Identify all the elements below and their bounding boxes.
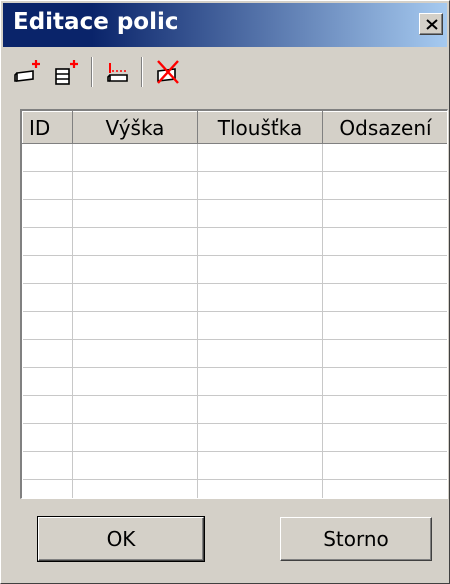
table-cell[interactable] bbox=[72, 423, 198, 452]
close-button[interactable] bbox=[419, 13, 443, 35]
table-cell[interactable] bbox=[22, 143, 73, 172]
close-icon bbox=[426, 19, 438, 30]
table-cell[interactable] bbox=[72, 395, 198, 424]
table-cell[interactable] bbox=[197, 311, 323, 340]
table-row[interactable] bbox=[22, 311, 447, 340]
table-cell[interactable] bbox=[197, 479, 323, 498]
cancel-button[interactable]: Storno bbox=[280, 517, 432, 561]
table-cell[interactable] bbox=[322, 255, 447, 284]
table-cell[interactable] bbox=[322, 283, 447, 312]
table-cell[interactable] bbox=[322, 451, 447, 480]
add-shelf-icon bbox=[14, 60, 40, 82]
table-cell[interactable] bbox=[72, 143, 198, 172]
table-cell[interactable] bbox=[22, 367, 73, 396]
table-cell[interactable] bbox=[72, 283, 198, 312]
table-cell[interactable] bbox=[197, 395, 323, 424]
table-cell[interactable] bbox=[197, 423, 323, 452]
table-header-row: ID Výška Tloušťka Odsazení bbox=[22, 111, 447, 144]
column-header-id[interactable]: ID bbox=[22, 111, 73, 144]
table-cell[interactable] bbox=[322, 311, 447, 340]
table-body bbox=[22, 143, 447, 498]
table-cell[interactable] bbox=[322, 171, 447, 200]
table-row[interactable] bbox=[22, 451, 447, 480]
add-stacked-shelves-button[interactable] bbox=[49, 55, 83, 89]
table-row[interactable] bbox=[22, 171, 447, 200]
table-cell[interactable] bbox=[22, 255, 73, 284]
toolbar-separator bbox=[91, 57, 93, 87]
table-row[interactable] bbox=[22, 143, 447, 172]
toolbar-separator bbox=[141, 57, 143, 87]
table-cell[interactable] bbox=[197, 171, 323, 200]
table-cell[interactable] bbox=[322, 479, 447, 498]
column-header-height[interactable]: Výška bbox=[72, 111, 198, 144]
toolbar bbox=[5, 51, 445, 95]
table-cell[interactable] bbox=[72, 451, 198, 480]
table-cell[interactable] bbox=[197, 367, 323, 396]
table-cell[interactable] bbox=[322, 339, 447, 368]
column-header-thickness[interactable]: Tloušťka bbox=[197, 111, 323, 144]
offset-shelf-icon bbox=[107, 63, 128, 82]
table-cell[interactable] bbox=[22, 339, 73, 368]
column-header-offset[interactable]: Odsazení bbox=[322, 111, 447, 144]
table-cell[interactable] bbox=[322, 227, 447, 256]
table-row[interactable] bbox=[22, 255, 447, 284]
delete-shelf-icon bbox=[157, 60, 179, 84]
table-cell[interactable] bbox=[22, 311, 73, 340]
table-row[interactable] bbox=[22, 227, 447, 256]
table-cell[interactable] bbox=[22, 227, 73, 256]
table-cell[interactable] bbox=[322, 423, 447, 452]
table-row[interactable] bbox=[22, 479, 447, 498]
table-row[interactable] bbox=[22, 395, 447, 424]
table-cell[interactable] bbox=[72, 479, 198, 498]
table-cell[interactable] bbox=[22, 283, 73, 312]
table-cell[interactable] bbox=[322, 395, 447, 424]
table-row[interactable] bbox=[22, 339, 447, 368]
table-cell[interactable] bbox=[322, 199, 447, 228]
table-cell[interactable] bbox=[22, 451, 73, 480]
table-cell[interactable] bbox=[22, 479, 73, 498]
table-cell[interactable] bbox=[322, 367, 447, 396]
table-row[interactable] bbox=[22, 199, 447, 228]
table-cell[interactable] bbox=[72, 171, 198, 200]
table-cell[interactable] bbox=[197, 255, 323, 284]
table-row[interactable] bbox=[22, 367, 447, 396]
table-cell[interactable] bbox=[72, 339, 198, 368]
table-cell[interactable] bbox=[197, 283, 323, 312]
table-cell[interactable] bbox=[322, 143, 447, 172]
title-bar[interactable]: Editace polic bbox=[3, 3, 447, 47]
table-cell[interactable] bbox=[197, 451, 323, 480]
table-cell[interactable] bbox=[197, 339, 323, 368]
add-stacked-shelves-icon bbox=[55, 60, 78, 85]
table-cell[interactable] bbox=[72, 311, 198, 340]
table-cell[interactable] bbox=[72, 255, 198, 284]
delete-shelf-button[interactable] bbox=[151, 55, 185, 89]
table-cell[interactable] bbox=[22, 171, 73, 200]
table-cell[interactable] bbox=[197, 199, 323, 228]
table-row[interactable] bbox=[22, 423, 447, 452]
table-cell[interactable] bbox=[22, 199, 73, 228]
table-cell[interactable] bbox=[72, 199, 198, 228]
table-cell[interactable] bbox=[22, 395, 73, 424]
offset-shelf-button[interactable] bbox=[101, 55, 135, 89]
shelves-table[interactable]: ID Výška Tloušťka Odsazení bbox=[20, 109, 448, 499]
ok-button[interactable]: OK bbox=[37, 516, 205, 562]
table-cell[interactable] bbox=[197, 143, 323, 172]
table-cell[interactable] bbox=[22, 423, 73, 452]
table-cell[interactable] bbox=[72, 367, 198, 396]
add-shelf-button[interactable] bbox=[11, 55, 45, 89]
table-cell[interactable] bbox=[197, 227, 323, 256]
table-cell[interactable] bbox=[72, 227, 198, 256]
table-row[interactable] bbox=[22, 283, 447, 312]
shelf-editor-dialog: Editace polic ID Výška Tloušťka Odsazení… bbox=[0, 0, 450, 584]
window-title: Editace polic bbox=[13, 9, 179, 35]
